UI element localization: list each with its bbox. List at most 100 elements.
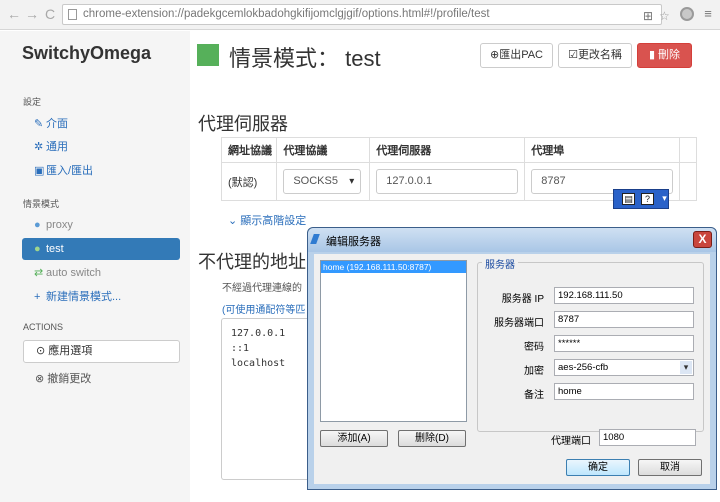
sidebar-item-proxy[interactable]: ● proxy <box>22 214 180 236</box>
server-cell: 127.0.0.1 <box>369 162 526 201</box>
server-input[interactable]: 127.0.0.1 <box>376 169 519 194</box>
page-icon <box>68 9 77 20</box>
rename-button[interactable]: ☑更改名稱 <box>558 43 632 68</box>
remark-field[interactable]: home <box>554 383 694 400</box>
add-button[interactable]: 添加(A) <box>320 430 388 447</box>
dialog-body: home (192.168.111.50:8787) 添加(A) 删除(D) 服… <box>314 254 710 484</box>
apply-options-button[interactable]: ⊙ 應用選項 <box>23 340 180 363</box>
sidebar-item-test[interactable]: ● test <box>22 238 180 260</box>
bypass-entry: ::1 <box>231 343 250 354</box>
protocol-select[interactable]: SOCKS5 <box>283 169 362 194</box>
keyboard-icon[interactable]: ▤ <box>622 193 635 205</box>
star-icon[interactable]: ☆ <box>659 9 670 23</box>
sidebar-item-label: 介面 <box>46 118 68 130</box>
server-list[interactable]: home (192.168.111.50:8787) <box>320 260 467 422</box>
server-port-field[interactable]: 8787 <box>554 311 694 328</box>
download-icon: ⊕ <box>489 49 500 61</box>
remark-label: 备注 <box>524 390 544 401</box>
dialog-title: 编辑服务器 <box>326 236 381 248</box>
url-text: chrome-extension://padekgcemlokbadohgkif… <box>83 8 490 20</box>
trash-icon: ▮ <box>648 49 659 61</box>
encryption-combo[interactable]: aes-256-cfb <box>554 359 694 376</box>
rename-label: 更改名稱 <box>577 49 622 61</box>
address-bar[interactable]: chrome-extension://padekgcemlokbadohgkif… <box>62 4 670 25</box>
sidebar-item-label: test <box>46 243 64 255</box>
sidebar: SwitchyOmega 設定 ✎ 介面 ✲ 通用 ▣ 匯入/匯出 情景模式 ● pro… <box>0 31 190 502</box>
dialog-titlebar[interactable]: 编辑服务器 X <box>308 228 716 252</box>
extension-icon[interactable] <box>680 7 694 21</box>
groupbox-title: 服务器 <box>482 256 518 271</box>
switch-icon: ⇄ <box>34 267 44 279</box>
sidebar-item-auto-switch[interactable]: ⇄ auto switch <box>22 262 180 284</box>
sidebar-item-label: auto switch <box>46 267 102 279</box>
sidebar-item-general[interactable]: ✲ 通用 <box>22 136 180 158</box>
password-field[interactable]: ****** <box>554 335 694 352</box>
profile-color-swatch[interactable] <box>197 44 219 66</box>
port-label: 服务器端口 <box>494 318 544 329</box>
delete-button[interactable]: ▮ 刪除 <box>637 43 692 68</box>
gear-icon: ✲ <box>34 141 44 153</box>
discard-changes-link[interactable]: ⊗ 撤銷更改 <box>35 370 91 386</box>
local-port-label: 代理端口 <box>551 436 591 447</box>
action-cell <box>679 162 697 201</box>
plus-icon: + <box>34 291 41 303</box>
sidebar-item-import-export[interactable]: ▣ 匯入/匯出 <box>22 160 180 182</box>
sidebar-item-label: 匯入/匯出 <box>46 165 94 177</box>
floppy-icon: ▣ <box>34 165 45 177</box>
list-item[interactable]: home (192.168.111.50:8787) <box>321 261 466 273</box>
edit-icon: ☑ <box>568 49 578 61</box>
brand-title: SwitchyOmega <box>22 43 152 63</box>
proxy-servers-heading: 代理伺服器 <box>198 114 288 134</box>
help-icon[interactable]: ? <box>641 193 654 205</box>
local-port-field[interactable]: 1080 <box>599 429 696 446</box>
table-header-row: 網址協議 代理協議 代理伺服器 代理埠 <box>220 137 697 163</box>
browser-toolbar: ← → C chrome-extension://padekgcemlokbad… <box>0 0 720 30</box>
edit-server-dialog: 编辑服务器 X home (192.168.111.50:8787) 添加(A)… <box>307 227 717 490</box>
reload-button[interactable]: C <box>42 6 58 22</box>
back-button[interactable]: ← <box>6 6 22 22</box>
globe-icon: ● <box>34 243 41 255</box>
new-profile-link[interactable]: + 新建情景模式... <box>22 286 180 308</box>
ip-label: 服务器 IP <box>501 294 544 305</box>
forward-button[interactable]: → <box>24 6 40 22</box>
bypass-hint-link[interactable]: (可使用通配符等匹 <box>222 301 305 316</box>
bypass-entry: localhost <box>231 358 286 369</box>
delete-server-button[interactable]: 删除(D) <box>398 430 466 447</box>
export-pac-label: 匯出PAC <box>499 49 544 61</box>
translate-icon[interactable]: ⊞ <box>643 9 653 23</box>
bypass-heading: 不代理的地址 <box>198 252 306 272</box>
actions-section-label: ACTIONS <box>23 322 64 332</box>
export-pac-button[interactable]: ⊕匯出PAC <box>480 43 553 68</box>
settings-section-label: 設定 <box>23 97 42 107</box>
bypass-entry: 127.0.0.1 <box>231 328 286 339</box>
close-button[interactable]: X <box>693 231 712 248</box>
encryption-label: 加密 <box>524 366 544 377</box>
ime-toolbar[interactable]: ▤ ? ▾ <box>613 189 669 209</box>
password-label: 密码 <box>524 342 544 353</box>
scheme-cell: (默認) <box>220 162 278 201</box>
options-icon[interactable]: ▾ <box>658 193 671 205</box>
discard-label: 撤銷更改 <box>47 373 92 385</box>
sidebar-item-label: proxy <box>46 219 73 231</box>
page-title: 情景模式： test <box>229 46 381 71</box>
protocol-cell: SOCKS5 <box>276 162 371 201</box>
column-header: 代理伺服器 <box>369 137 526 163</box>
sidebar-item-interface[interactable]: ✎ 介面 <box>22 113 180 135</box>
bypass-list-textarea[interactable]: 127.0.0.1 ::1 localhost <box>221 318 311 480</box>
menu-icon[interactable]: ≡ <box>700 6 716 22</box>
globe-icon: ● <box>34 219 41 231</box>
ip-field[interactable]: 192.168.111.50 <box>554 287 694 304</box>
column-header-empty <box>679 137 697 163</box>
app-icon <box>310 234 324 244</box>
column-header: 代理埠 <box>524 137 681 163</box>
profiles-section-label: 情景模式 <box>23 199 60 209</box>
ok-button[interactable]: 确定 <box>566 459 630 476</box>
bypass-description: 不經過代理連線的 <box>222 283 302 294</box>
new-profile-label: 新建情景模式... <box>46 291 122 303</box>
sidebar-item-label: 通用 <box>46 141 68 153</box>
show-advanced-label: 顯示高階設定 <box>240 215 307 227</box>
show-advanced-link[interactable]: ⌄ 顯示高階設定 <box>228 212 306 228</box>
apply-label: 應用選項 <box>48 345 93 357</box>
cancel-button[interactable]: 取消 <box>638 459 702 476</box>
column-header: 網址協議 <box>220 137 278 163</box>
